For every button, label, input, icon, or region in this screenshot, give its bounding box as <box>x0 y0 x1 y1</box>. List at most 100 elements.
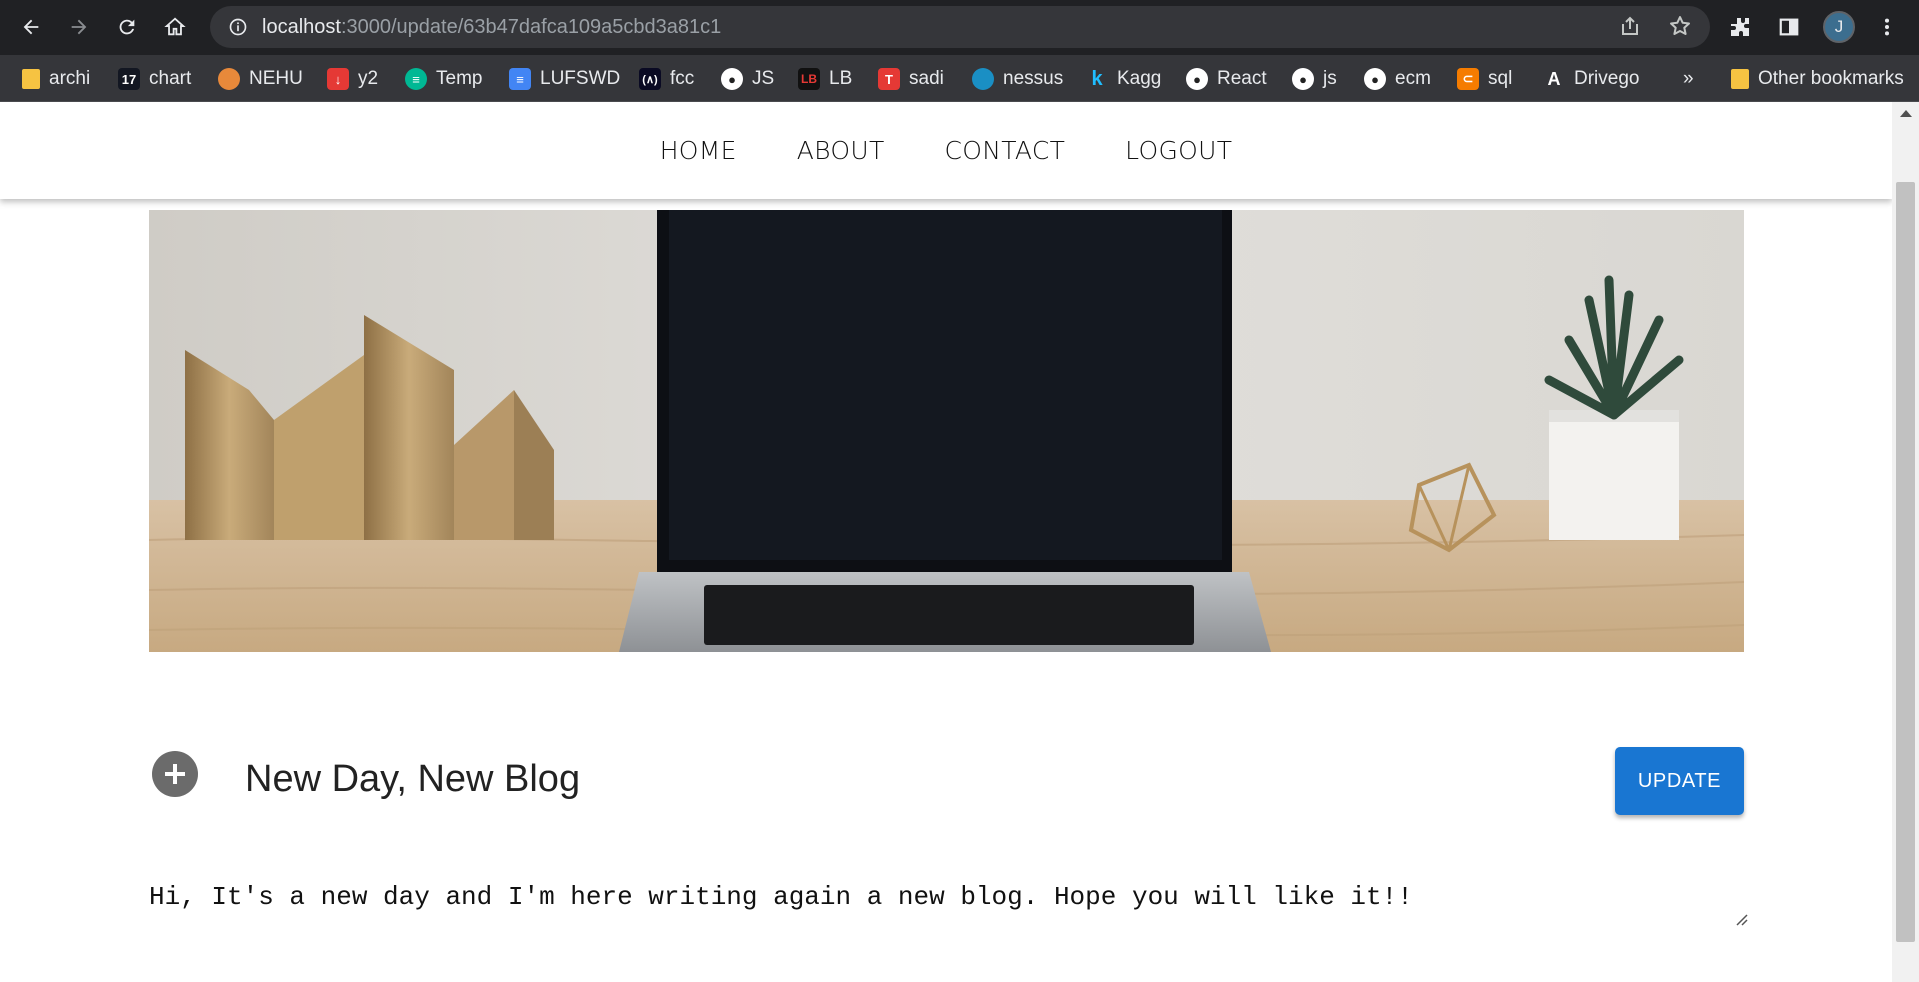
bookmark-star-icon[interactable] <box>1668 14 1692 38</box>
address-bar[interactable]: localhost:3000/update/63b47dafca109a5cbd… <box>210 6 1710 48</box>
bookmark-y2[interactable]: ↓ y2 <box>327 66 378 92</box>
nehu-logo-icon <box>218 68 240 90</box>
other-bookmarks-folder[interactable]: Other bookmarks <box>1731 66 1904 92</box>
kebab-menu-icon <box>1884 18 1890 36</box>
bookmark-sadi[interactable]: Tsadi <box>878 66 944 92</box>
side-panel-icon <box>1779 18 1799 36</box>
sadi-icon: T <box>878 68 900 90</box>
forward-arrow-icon <box>71 19 87 35</box>
scroll-up-arrow-icon[interactable] <box>1900 110 1912 117</box>
bookmark-label: fcc <box>670 68 695 89</box>
reload-button[interactable] <box>110 10 144 44</box>
github-icon: ● <box>1364 68 1386 90</box>
back-button[interactable] <box>14 10 48 44</box>
scroll-thumb[interactable] <box>1896 182 1915 942</box>
bookmark-lb[interactable]: LB LB <box>798 66 852 92</box>
home-icon <box>164 17 186 36</box>
github-icon: ● <box>1292 68 1314 90</box>
update-button[interactable]: UPDATE <box>1615 747 1744 815</box>
bookmark-label: NEHU <box>249 68 303 89</box>
download-icon: ↓ <box>327 68 349 90</box>
url-text: localhost:3000/update/63b47dafca109a5cbd… <box>262 16 721 39</box>
bookmarks-bar: archi 17 chart NEHU ↓ y2 ≡ Temp ≡ LUFSWD (∧)… <box>0 55 1919 102</box>
post-content-textarea[interactable]: Hi, It's a new day and I'm here writing … <box>149 882 1749 972</box>
bookmark-label: Kagg <box>1117 68 1162 89</box>
bookmark-label: chart <box>149 68 192 89</box>
site-info-icon[interactable] <box>228 17 248 37</box>
bookmark-label: Temp <box>436 68 483 89</box>
share-icon[interactable] <box>1618 14 1642 38</box>
plus-icon <box>165 764 185 784</box>
bookmark-archi[interactable]: archi <box>22 66 90 92</box>
lb-icon: LB <box>798 68 820 90</box>
reload-icon <box>119 19 135 35</box>
url-host: localhost <box>262 15 341 38</box>
chrome-menu-button[interactable] <box>1870 10 1904 44</box>
tradingview-icon: 17 <box>118 68 140 90</box>
compose-row: UPDATE <box>149 747 1744 817</box>
bookmark-nessus[interactable]: nessus <box>972 66 1063 92</box>
github-icon: ● <box>721 68 743 90</box>
site-navbar: HOME ABOUT CONTACT LOGOUT <box>0 102 1892 199</box>
bookmark-temp[interactable]: ≡ Temp <box>405 66 482 92</box>
kaggle-icon: k <box>1091 67 1103 90</box>
nav-about-link[interactable]: ABOUT <box>797 136 885 165</box>
nessus-icon <box>972 68 994 90</box>
bookmark-js[interactable]: ● JS <box>721 66 774 92</box>
other-bookmarks-label: Other bookmarks <box>1758 68 1904 89</box>
url-path: :3000/update/63b47dafca109a5cbd3a81c1 <box>340 15 722 38</box>
bookmark-label: ecm <box>1395 68 1431 89</box>
hero-image <box>149 210 1744 652</box>
freecodecamp-icon: (∧) <box>639 68 661 90</box>
page-viewport: HOME ABOUT CONTACT LOGOUT New Day, New B… <box>0 102 1892 982</box>
bookmark-ecm[interactable]: ● ecm <box>1364 66 1431 92</box>
home-button[interactable] <box>158 10 192 44</box>
nav-home-link[interactable]: HOME <box>660 136 737 165</box>
bookmark-fcc[interactable]: (∧) fcc <box>639 66 694 92</box>
temp-icon: ≡ <box>405 68 427 90</box>
bookmark-label: y2 <box>358 68 379 89</box>
docs-icon: ≡ <box>509 68 531 90</box>
extensions-button[interactable] <box>1723 10 1757 44</box>
bookmark-lufswd[interactable]: ≡ LUFSWD <box>509 66 620 92</box>
bookmark-label: React <box>1217 68 1267 89</box>
add-circle-icon[interactable] <box>152 751 198 797</box>
bookmark-label: Drivego <box>1574 68 1640 89</box>
sql-icon: ⊂ <box>1457 68 1479 90</box>
page-scrollbar[interactable] <box>1892 102 1919 982</box>
resize-grip-icon[interactable] <box>1734 912 1748 926</box>
bookmark-label: archi <box>49 68 91 89</box>
bookmark-label: sql <box>1488 68 1513 89</box>
folder-icon <box>22 69 40 89</box>
github-icon: ● <box>1186 68 1208 90</box>
drivego-icon: A <box>1547 68 1561 89</box>
back-arrow-icon <box>23 19 39 35</box>
post-title-input[interactable] <box>245 751 1245 807</box>
bookmark-kagg[interactable]: k Kagg <box>1086 66 1161 92</box>
forward-button[interactable] <box>62 10 96 44</box>
nav-contact-link[interactable]: CONTACT <box>945 136 1066 165</box>
browser-toolbar: localhost:3000/update/63b47dafca109a5cbd… <box>0 0 1919 55</box>
bookmark-label: sadi <box>909 68 944 89</box>
desk-laptop-photo <box>149 210 1744 652</box>
bookmark-js-lower[interactable]: ● js <box>1292 66 1337 92</box>
omnibox-actions <box>1618 14 1692 38</box>
overflow-chevron-icon: » <box>1683 68 1694 89</box>
bookmark-nehu[interactable]: NEHU <box>218 66 303 92</box>
bookmark-react[interactable]: ● React <box>1186 66 1267 92</box>
avatar: J <box>1823 11 1855 43</box>
side-panel-button[interactable] <box>1772 10 1806 44</box>
folder-icon <box>1731 69 1749 89</box>
bookmark-label: LB <box>829 68 853 89</box>
bookmark-label: nessus <box>1003 68 1064 89</box>
bookmarks-overflow-button[interactable]: » <box>1683 66 1694 92</box>
bookmark-label: JS <box>752 68 775 89</box>
puzzle-icon <box>1731 18 1749 36</box>
nav-logout-link[interactable]: LOGOUT <box>1125 136 1232 165</box>
bookmark-sql[interactable]: ⊂ sql <box>1457 66 1512 92</box>
bookmark-chart[interactable]: 17 chart <box>118 66 191 92</box>
bookmark-label: LUFSWD <box>540 68 621 89</box>
profile-button[interactable]: J <box>1822 10 1856 44</box>
bookmark-label: js <box>1323 68 1337 89</box>
bookmark-drivego[interactable]: A Drivego <box>1543 66 1640 92</box>
